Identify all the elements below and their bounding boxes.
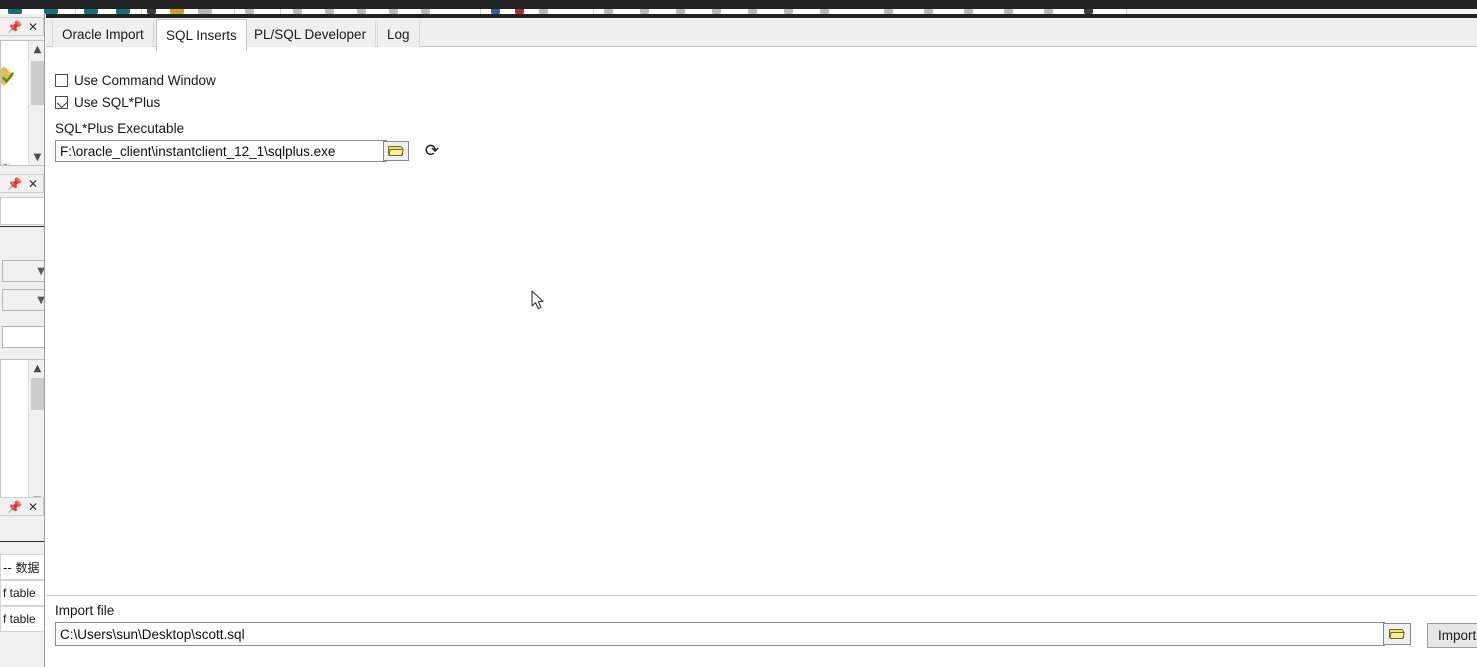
checkbox-use-sqlplus[interactable]: Use SQL*Plus: [55, 95, 160, 110]
refresh-icon: ⟳: [424, 140, 440, 161]
dock-divider: [0, 226, 44, 227]
list-item[interactable]: -- 数据: [0, 554, 44, 580]
dock-panel-3-scrollbar[interactable]: ▲ ▼: [28, 360, 44, 508]
scroll-thumb[interactable]: [31, 378, 44, 410]
close-icon[interactable]: ✕: [28, 178, 38, 190]
sqlplus-refresh-button[interactable]: ⟳: [422, 141, 442, 161]
dock-cell-value: 6: [1, 163, 11, 165]
tab-bar: Oracle Import SQL Inserts PL/SQL Develop…: [46, 18, 1477, 51]
checkbox-label: Use SQL*Plus: [74, 95, 161, 110]
close-icon[interactable]: ✕: [28, 21, 38, 33]
folder-open-icon: [1389, 628, 1405, 640]
scroll-thumb[interactable]: [31, 61, 44, 105]
dock-panel-1-titlebar: 📌 ✕: [0, 17, 44, 36]
tab-label: Oracle Import: [62, 27, 144, 42]
dock-panel-1-scrollbar[interactable]: ▲ ▼: [28, 41, 44, 165]
pin-icon[interactable]: 📌: [7, 21, 22, 33]
tab-label: SQL Inserts: [166, 28, 237, 43]
dock-panel-3-body: ▲ ▼: [0, 359, 44, 509]
import-file-label: Import file: [55, 603, 115, 618]
list-item[interactable]: f table: [0, 580, 44, 606]
main-panel: Oracle Import SQL Inserts PL/SQL Develop…: [46, 14, 1477, 667]
dock-panel-2-body: [0, 197, 44, 225]
tab-label: PL/SQL Developer: [254, 27, 367, 42]
close-icon[interactable]: ✕: [28, 501, 38, 513]
dock-combo-2[interactable]: ▼: [2, 289, 44, 311]
dock-combo-1[interactable]: ▼: [2, 260, 44, 282]
import-file-browse-button[interactable]: [1383, 623, 1411, 645]
chevron-up-icon[interactable]: ▲: [29, 360, 44, 376]
checkbox-box[interactable]: [55, 96, 68, 109]
pin-icon[interactable]: 📌: [7, 178, 22, 190]
chevron-down-icon[interactable]: ▼: [29, 149, 44, 165]
dock-divider: [0, 541, 44, 542]
import-file-input[interactable]: C:\Users\sun\Desktop\scott.sql: [55, 622, 1385, 646]
sqlplus-browse-button[interactable]: [383, 141, 409, 161]
application-window: 📌 ✕ 6 ▲ ▼ 📌 ✕ ▼ ▼: [0, 0, 1477, 667]
sqlplus-executable-input[interactable]: F:\oracle_client\instantclient_12_1\sqlp…: [55, 140, 387, 162]
list-item[interactable]: f table: [0, 606, 44, 632]
tab-plsql-developer[interactable]: PL/SQL Developer: [244, 21, 377, 48]
tab-label: Log: [387, 27, 410, 42]
dock-text-input[interactable]: [2, 326, 44, 348]
checkbox-use-command-window[interactable]: Use Command Window: [55, 73, 216, 88]
spreadsheet-edit-icon: [1, 66, 17, 89]
chevron-down-icon[interactable]: ▼: [37, 295, 44, 306]
toolbar-clipped-cap: [0, 0, 1477, 9]
toolbar-strip: [0, 0, 1477, 14]
tab-log[interactable]: Log: [377, 21, 420, 48]
dock-panel-1-body: 6 ▲ ▼: [0, 40, 44, 166]
chevron-up-icon[interactable]: ▲: [29, 41, 44, 57]
tab-sql-inserts[interactable]: SQL Inserts: [156, 19, 247, 51]
dock-panel-2-titlebar: 📌 ✕: [0, 174, 44, 193]
chevron-down-icon[interactable]: ▼: [37, 266, 44, 277]
import-file-bar: Import file C:\Users\sun\Desktop\scott.s…: [46, 595, 1477, 667]
pin-icon[interactable]: 📌: [7, 501, 22, 513]
import-button[interactable]: Import: [1427, 623, 1477, 648]
checkbox-label: Use Command Window: [74, 73, 216, 88]
folder-open-icon: [388, 145, 404, 157]
checkbox-box[interactable]: [55, 74, 68, 87]
left-dock-column: 📌 ✕ 6 ▲ ▼ 📌 ✕ ▼ ▼: [0, 14, 45, 667]
tab-oracle-import[interactable]: Oracle Import: [52, 21, 154, 48]
dock-panel-3-titlebar: 📌 ✕: [0, 497, 44, 516]
tab-panel-sql-inserts: Use Command Window Use SQL*Plus SQL*Plus…: [46, 47, 1477, 667]
sqlplus-executable-label: SQL*Plus Executable: [55, 121, 185, 136]
